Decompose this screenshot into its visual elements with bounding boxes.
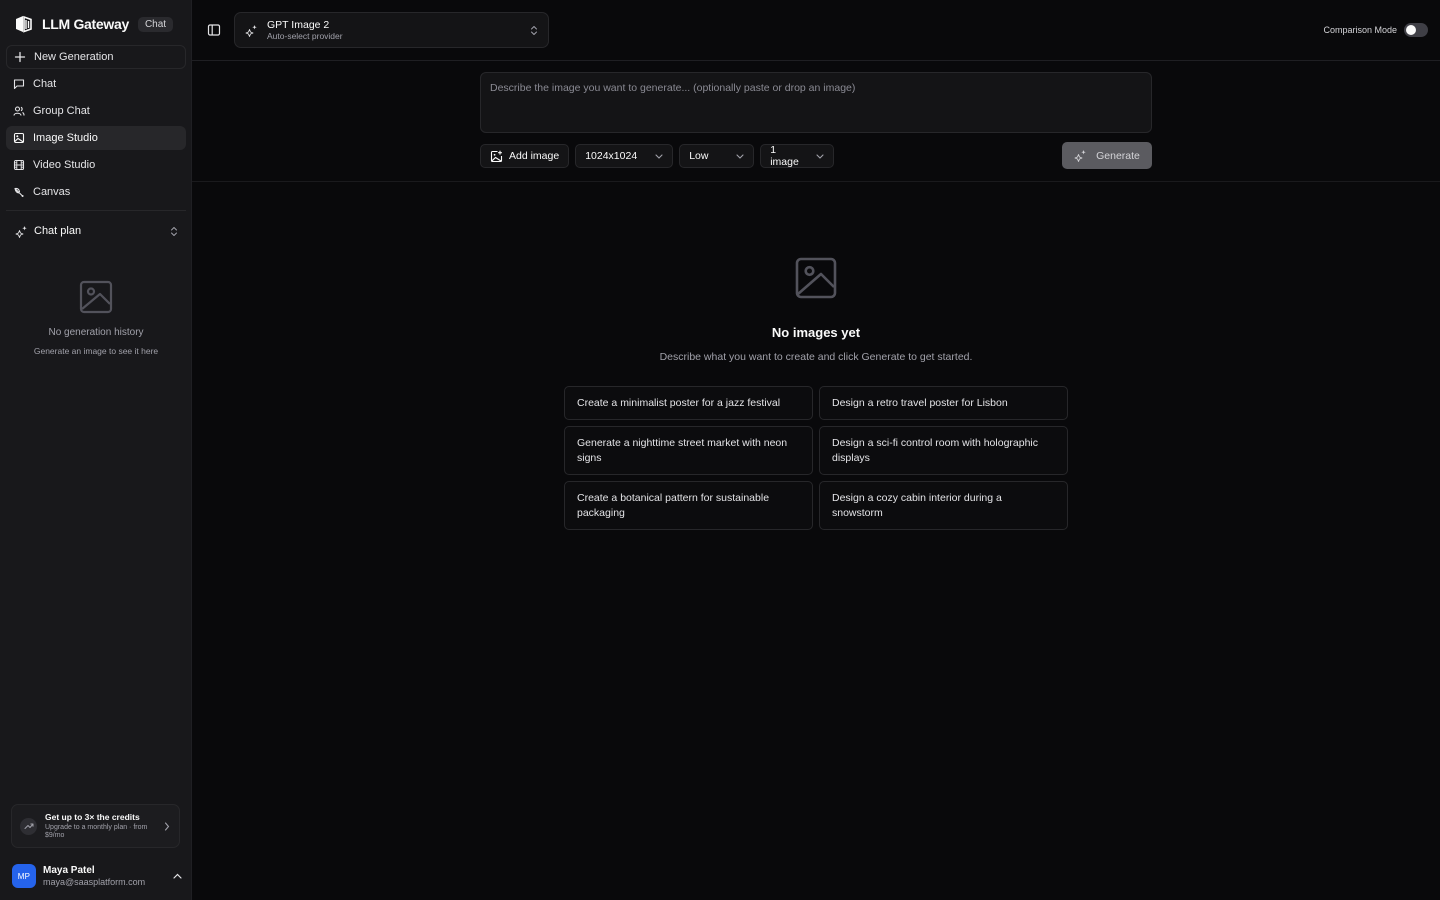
prompt-input[interactable] (480, 72, 1152, 133)
users-icon (13, 105, 25, 117)
promo-subtitle: Upgrade to a monthly plan · from $9/mo (45, 823, 148, 839)
chevron-down-icon (655, 153, 663, 159)
brush-icon (13, 186, 25, 198)
brand[interactable]: LLM Gateway Chat (14, 13, 174, 35)
generate-label: Generate (1096, 149, 1140, 162)
composer: Add image 1024x1024 Low 1 image (192, 61, 1440, 182)
model-selector[interactable]: GPT Image 2 Auto-select provider (234, 12, 549, 48)
model-name: GPT Image 2 (267, 18, 330, 31)
promo-title: Get up to 3× the credits (45, 811, 140, 822)
sidebar-item-label: Group Chat (33, 105, 90, 117)
image-placeholder-icon (79, 280, 113, 314)
suggestion-card[interactable]: Generate a nighttime street market with … (564, 426, 813, 475)
image-icon (13, 132, 25, 144)
history-empty-state: No generation history Generate an image … (0, 280, 192, 356)
sidebar-item-label: New Generation (34, 51, 114, 63)
sidebar-item-label: Video Studio (33, 159, 96, 171)
suggestion-card[interactable]: Create a minimalist poster for a jazz fe… (564, 386, 813, 420)
upgrade-promo-card[interactable]: Get up to 3× the credits Upgrade to a mo… (11, 804, 180, 848)
chevron-down-icon (816, 153, 824, 159)
add-image-button[interactable]: Add image (480, 144, 570, 168)
empty-state-subtitle: Describe what you want to create and cli… (659, 351, 973, 363)
plus-icon (14, 51, 26, 63)
chevron-up-down-icon (170, 226, 178, 237)
sidebar-item-video-studio[interactable]: Video Studio (6, 153, 186, 177)
trending-up-icon (20, 817, 37, 835)
chevron-right-icon (164, 821, 170, 831)
image-placeholder-icon (794, 256, 838, 300)
suggestion-card[interactable]: Design a sci-fi control room with hologr… (819, 426, 1068, 475)
image-plus-icon (490, 150, 503, 163)
history-empty-subtitle: Generate an image to see it here (33, 346, 159, 356)
sidebar: LLM Gateway Chat New Generation Chat Gro… (0, 0, 192, 900)
quality-select[interactable]: Low (679, 144, 755, 168)
image-count-select[interactable]: 1 image (760, 144, 835, 168)
message-square-icon (13, 78, 25, 90)
sidebar-item-chat[interactable]: Chat (6, 72, 186, 96)
suggestion-card[interactable]: Design a cozy cabin interior during a sn… (819, 481, 1068, 530)
sparkles-icon (1074, 149, 1087, 162)
sidebar-item-group-chat[interactable]: Group Chat (6, 99, 186, 123)
size-value: 1024x1024 (585, 150, 638, 162)
empty-state: No images yet Describe what you want to … (192, 256, 1440, 363)
sidebar-item-image-studio[interactable]: Image Studio (6, 126, 186, 150)
chevron-down-icon (736, 153, 744, 159)
llm-gateway-logo-icon (14, 14, 34, 34)
toggle-knob (1406, 25, 1416, 35)
image-count-value: 1 image (770, 144, 799, 168)
plan-label: Chat plan (34, 225, 82, 237)
sidebar-nav: New Generation Chat Group Chat Image Stu… (6, 45, 186, 207)
film-icon (13, 159, 25, 171)
add-image-label: Add image (509, 150, 560, 162)
quality-value: Low (689, 150, 709, 162)
composer-controls: Add image 1024x1024 Low 1 image (480, 144, 835, 168)
comparison-mode-toggle[interactable] (1404, 23, 1428, 37)
sparkles-icon (245, 24, 258, 37)
suggestion-card[interactable]: Design a retro travel poster for Lisbon (819, 386, 1068, 420)
top-bar: GPT Image 2 Auto-select provider Compari… (192, 0, 1440, 61)
brand-badge: Chat (137, 16, 174, 32)
sidebar-item-label: Canvas (33, 186, 71, 198)
suggestion-card[interactable]: Create a botanical pattern for sustainab… (564, 481, 813, 530)
comparison-mode-label: Comparison Mode (1323, 25, 1397, 35)
chevron-up-down-icon (530, 25, 538, 36)
prompt-suggestions: Create a minimalist poster for a jazz fe… (564, 386, 1068, 530)
chevron-up-icon (173, 873, 182, 879)
comparison-mode: Comparison Mode (1323, 23, 1428, 37)
sidebar-toggle-icon[interactable] (206, 22, 222, 38)
generate-button[interactable]: Generate (1062, 142, 1152, 169)
sparkles-icon (15, 225, 28, 238)
sidebar-divider (6, 210, 186, 211)
model-provider: Auto-select provider (267, 31, 343, 42)
user-email: maya@saasplatform.com (43, 876, 146, 887)
user-name: Maya Patel (43, 864, 95, 876)
sidebar-item-label: Chat (33, 78, 57, 90)
sidebar-item-canvas[interactable]: Canvas (6, 180, 186, 204)
size-select[interactable]: 1024x1024 (575, 144, 674, 168)
sidebar-item-new-generation[interactable]: New Generation (6, 45, 186, 69)
brand-name: LLM Gateway (42, 16, 129, 32)
empty-state-title: No images yet (771, 325, 861, 340)
history-empty-title: No generation history (48, 327, 144, 338)
user-menu[interactable]: MP Maya Patel maya@saasplatform.com (12, 864, 182, 888)
plan-selector[interactable]: Chat plan (6, 219, 186, 243)
avatar: MP (12, 864, 36, 888)
sidebar-item-label: Image Studio (33, 132, 98, 144)
